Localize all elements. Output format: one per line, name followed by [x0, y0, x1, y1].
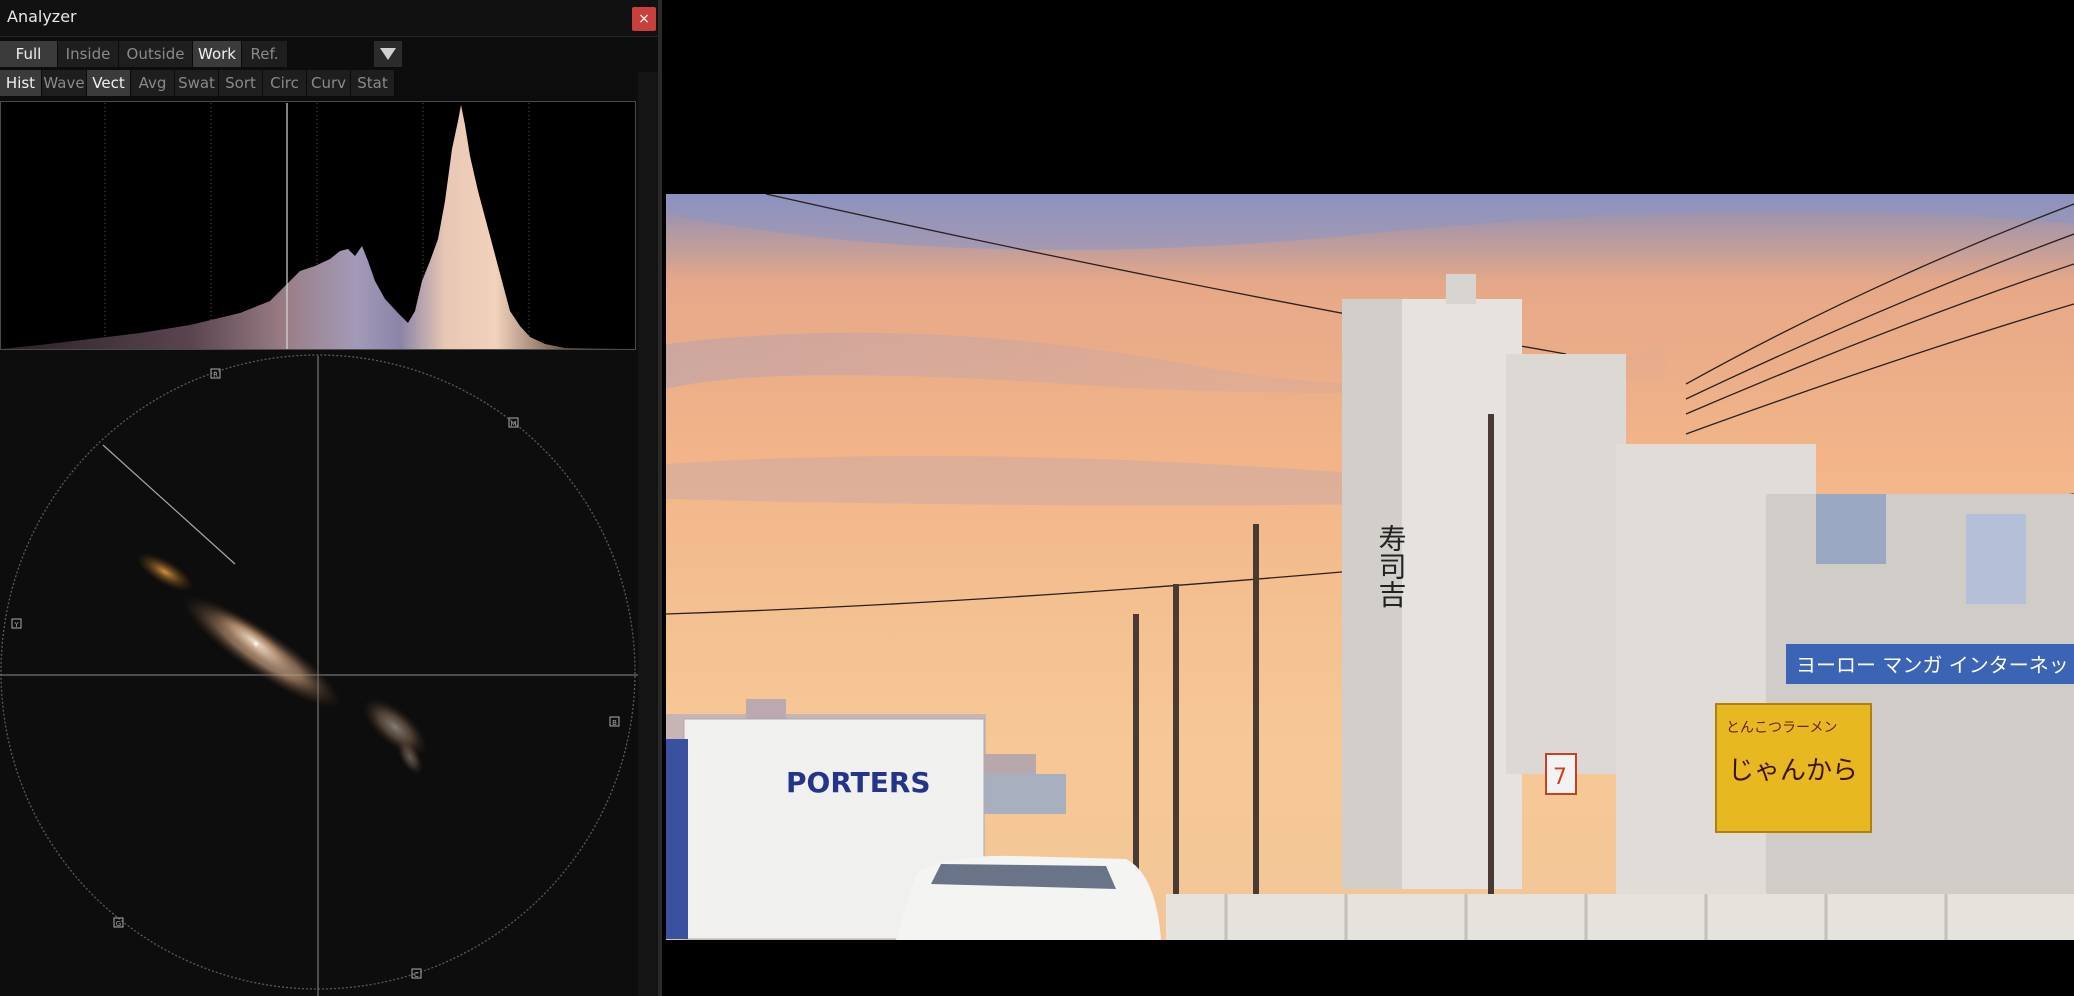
ref-button[interactable]: Ref.: [242, 41, 288, 67]
panel-scrollbar[interactable]: [638, 72, 658, 996]
tab-curv[interactable]: Curv: [307, 70, 351, 96]
tab-circ[interactable]: Circ: [263, 70, 307, 96]
tab-sort[interactable]: Sort: [219, 70, 263, 96]
vectorscope-plot: R M B C G Y: [0, 354, 640, 996]
full-button[interactable]: Full: [0, 41, 58, 67]
analyzer-title: Analyzer: [7, 7, 77, 26]
close-icon: ×: [638, 11, 650, 27]
svg-text:G: G: [116, 920, 121, 928]
svg-text:B: B: [612, 719, 617, 727]
inside-button[interactable]: Inside: [58, 41, 119, 67]
view-toolbar: Hist Wave Vect Avg Swat Sort Circ Curv S…: [0, 70, 395, 96]
analyzer-titlebar[interactable]: Analyzer ×: [0, 0, 658, 37]
fence: [1166, 894, 2074, 940]
scope-toolbar: Full Inside Outside Work Ref.: [0, 41, 288, 67]
ramen-sign-text: じゃんから: [1728, 756, 1858, 786]
app-root: Analyzer × Full Inside Outside Work Ref.…: [0, 0, 2074, 996]
banner-sign-text: ヨーロー マンガ インターネット: [1796, 653, 2074, 677]
tab-swat[interactable]: Swat: [175, 70, 219, 96]
building-sign-text: 寿司吉: [1375, 524, 1408, 608]
analyzer-panel: Analyzer × Full Inside Outside Work Ref.…: [0, 0, 662, 996]
video-viewer: 寿司吉 ヨーロー マンガ インターネット とんこつラーメン じゃんから 7 PO…: [666, 0, 2074, 996]
histogram-plot: [0, 101, 636, 350]
tab-avg[interactable]: Avg: [131, 70, 175, 96]
store-sign-text: 7: [1553, 765, 1567, 790]
vectorscope-trace: [136, 552, 428, 776]
tab-wave[interactable]: Wave: [42, 70, 87, 96]
tab-vect[interactable]: Vect: [87, 70, 131, 96]
target-cy: C: [411, 968, 422, 979]
outside-button[interactable]: Outside: [119, 41, 193, 67]
triangle-down-icon: [380, 48, 396, 60]
truck-logo-text: PORTERS: [786, 766, 931, 799]
tab-stat[interactable]: Stat: [351, 70, 395, 96]
skin-tone-line: [102, 444, 236, 565]
target-mg: M: [508, 417, 519, 428]
target-g: G: [113, 917, 124, 928]
svg-text:M: M: [510, 420, 516, 428]
target-b: B: [609, 716, 620, 727]
ramen-sign-top-text: とんこつラーメン: [1726, 720, 1837, 736]
svg-text:Y: Y: [13, 621, 19, 629]
close-button[interactable]: ×: [632, 7, 656, 31]
svg-text:C: C: [414, 971, 419, 979]
target-yl: Y: [11, 618, 22, 629]
work-button[interactable]: Work: [193, 41, 242, 67]
svg-text:R: R: [213, 371, 218, 379]
options-dropdown-button[interactable]: [374, 41, 402, 67]
tab-hist[interactable]: Hist: [0, 70, 42, 96]
car: [896, 855, 1161, 940]
video-frame: 寿司吉 ヨーロー マンガ インターネット とんこつラーメン じゃんから 7 PO…: [666, 194, 2074, 940]
